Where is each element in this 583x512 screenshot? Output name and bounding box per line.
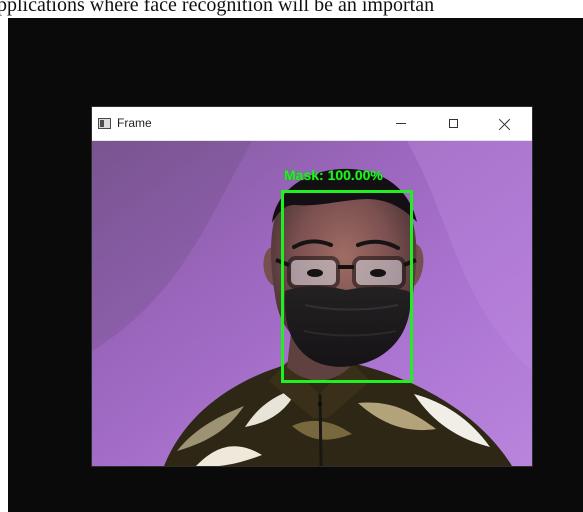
maximize-button[interactable] <box>431 107 475 140</box>
screenshot-page: pplications where face recognition will … <box>0 0 583 512</box>
document-text-line: pplications where face recognition will … <box>0 0 435 16</box>
frame-app-icon <box>98 118 111 129</box>
window-title: Frame <box>117 116 152 130</box>
close-icon <box>499 118 511 130</box>
webcam-video-frame: Mask: 100.00% <box>92 141 532 466</box>
face-mask-detection-box <box>281 190 413 383</box>
frame-window[interactable]: Frame Mask: 100.00% <box>92 107 532 466</box>
maximize-icon <box>448 119 458 128</box>
close-button[interactable] <box>483 107 527 140</box>
window-titlebar[interactable]: Frame <box>92 107 532 141</box>
dark-desktop-background: Frame Mask: 100.00% <box>8 18 583 512</box>
shirt-button <box>317 401 323 407</box>
mask-confidence-label: Mask: 100.00% <box>284 167 383 183</box>
minimize-icon <box>396 123 406 124</box>
minimize-button[interactable] <box>379 107 423 140</box>
